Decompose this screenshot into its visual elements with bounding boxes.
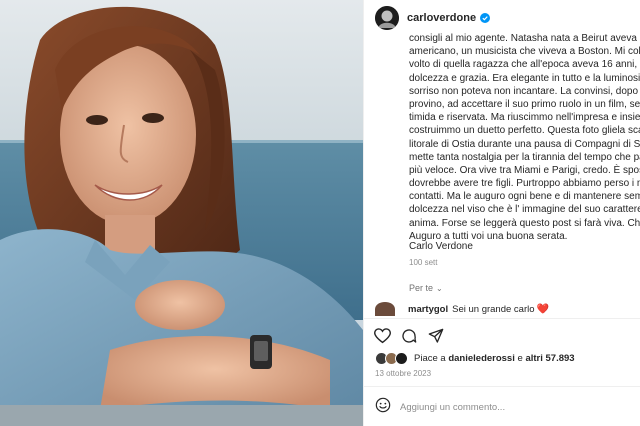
likes-summary[interactable]: Piace a danielederossi e altri 57.893	[375, 352, 575, 365]
liker-avatar	[395, 352, 408, 365]
likes-connector: e	[517, 353, 523, 364]
caption-line: dolcezza e grazia. Era elegante in tutto…	[409, 72, 640, 84]
caption-signature: Carlo Verdone	[409, 241, 473, 252]
likes-prefix: Piace a	[414, 353, 446, 364]
comment-heart-emoji: ❤️	[536, 303, 549, 315]
heart-icon[interactable]	[373, 327, 391, 345]
commenter-avatar[interactable]	[375, 302, 395, 316]
caption-line: dovrebbe avere tre figli. Purtroppo abbi…	[409, 178, 640, 190]
caption-line: litorale di Ostia durante una pausa di C…	[409, 138, 640, 150]
caption-line: costruimmo un duetto perfetto. Questa fo…	[409, 125, 640, 137]
emoji-icon[interactable]	[375, 397, 391, 418]
action-bar	[373, 327, 445, 345]
likes-user[interactable]: danielederossi	[448, 353, 515, 364]
post-panel: carloverdone consigli al mio agente. Nat…	[363, 0, 640, 426]
verified-badge-icon	[480, 13, 491, 23]
commenter-username[interactable]: martygol	[408, 304, 448, 315]
post-date: 13 ottobre 2023	[375, 369, 432, 378]
comment-icon[interactable]	[400, 327, 418, 345]
author-username[interactable]: carloverdone	[407, 12, 476, 24]
photo-illustration	[0, 0, 363, 426]
caption-line: timida e riservata. Ma riuscimmo nell'im…	[409, 112, 640, 124]
caption-line: anima. Forse se leggerà questo post si f…	[409, 217, 640, 229]
top-comment: martygol Sei un grande carlo ❤️	[375, 300, 640, 318]
caption-line: provino, ad accettare il suo primo ruolo…	[409, 98, 640, 110]
likes-text: Piace a danielederossi e altri 57.893	[414, 353, 575, 364]
author-avatar[interactable]	[375, 6, 399, 30]
caption-line: consigli al mio agente. Natasha nata a B…	[409, 33, 640, 44]
caption-line: volto di quella ragazza che all'epoca av…	[409, 59, 640, 71]
avatar-portrait	[375, 6, 399, 30]
divider	[364, 386, 640, 387]
caption-line: più veloce. Ora vive tra Miami e Parigi,…	[409, 164, 640, 176]
for-you-label: Per te	[409, 283, 434, 293]
post-header: carloverdone	[364, 0, 640, 36]
for-you-toggle[interactable]: Per te ⌄	[409, 283, 443, 293]
caption-line: sorriso non poteva non incantare. La con…	[409, 85, 640, 97]
post-age: 100 sett	[409, 258, 438, 267]
comment-input[interactable]	[400, 402, 620, 413]
caption-line: americano, un musicista che viveva a Bos…	[409, 46, 640, 58]
caption-line: mette tanta nostalgia per la tirannia de…	[409, 151, 640, 163]
post-photo[interactable]	[0, 0, 363, 426]
post-caption: consigli al mio agente. Natasha nata a B…	[409, 32, 640, 243]
divider	[364, 318, 640, 319]
comment-text: Sei un grande carlo	[452, 303, 535, 315]
caption-line: contatti. Ma le auguro ogni bene e di ma…	[409, 191, 640, 203]
share-icon[interactable]	[427, 327, 445, 345]
caption-line: dolcezza nel viso che è l' immagine del …	[409, 204, 640, 216]
likes-others[interactable]: altri 57.893	[525, 353, 574, 364]
chevron-down-icon: ⌄	[436, 283, 443, 293]
add-comment-bar	[375, 397, 637, 418]
